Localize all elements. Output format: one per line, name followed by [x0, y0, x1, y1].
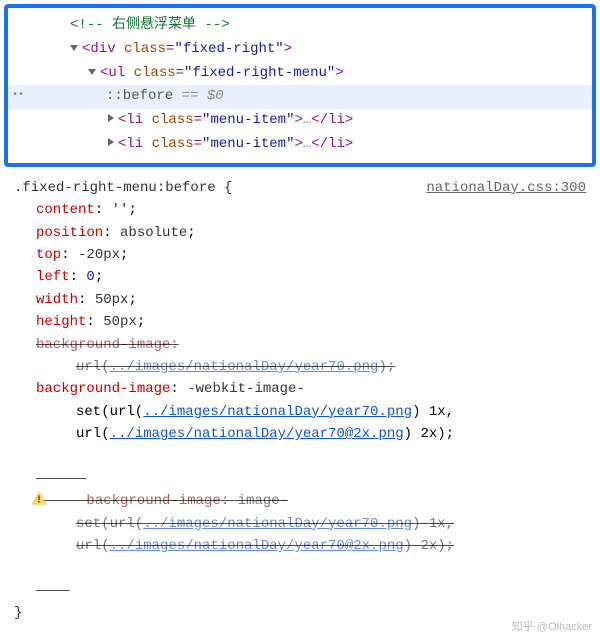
collapse-arrow-icon[interactable]	[108, 114, 114, 122]
dom-tree-panel: <!-- 右侧悬浮菜单 --> <div class="fixed-right"…	[4, 4, 596, 167]
css-property-content[interactable]: content: '';	[36, 199, 586, 221]
css-selector[interactable]: .fixed-right-menu:before {	[14, 177, 232, 199]
dom-selected-line[interactable]: •• ::before == $0	[8, 85, 592, 109]
styles-header: .fixed-right-menu:before { nationalDay.c…	[14, 177, 586, 199]
css-property-bg-overridden-1[interactable]: background-image:url(../images/nationalD…	[36, 334, 586, 379]
url-link[interactable]: ../images/nationalDay/year70.png	[110, 359, 379, 375]
source-link[interactable]: nationalDay.css:300	[426, 177, 586, 199]
attr-value: fixed-right	[183, 41, 275, 57]
tag-name: li	[126, 112, 143, 128]
expand-arrow-icon[interactable]	[88, 69, 96, 75]
css-property-position[interactable]: position: absolute;	[36, 222, 586, 244]
tag-name: ul	[108, 65, 125, 81]
css-property-left[interactable]: left: 0;	[36, 266, 586, 288]
css-rule-body: content: ''; position: absolute; top: -2…	[14, 199, 586, 602]
css-property-width[interactable]: width: 50px;	[36, 289, 586, 311]
pseudo-element: ::before	[106, 88, 173, 104]
collapse-arrow-icon[interactable]	[108, 138, 114, 146]
closing-brace: }	[14, 602, 586, 624]
styles-panel: .fixed-right-menu:before { nationalDay.c…	[0, 167, 600, 641]
url-link[interactable]: ../images/nationalDay/year70.png	[143, 516, 412, 532]
css-property-top[interactable]: top: -20px;	[36, 244, 586, 266]
url-link[interactable]: ../images/nationalDay/year70@2x.png	[110, 426, 404, 442]
dom-ul-line[interactable]: <ul class="fixed-right-menu">	[8, 62, 592, 86]
tag-name: li	[126, 136, 143, 152]
css-property-bg-invalid[interactable]: background-image: image-set(url(../image…	[36, 445, 586, 602]
url-link[interactable]: ../images/nationalDay/year70.png	[143, 404, 412, 420]
css-property-bg-webkit[interactable]: background-image: -webkit-image-set(url(…	[36, 378, 586, 445]
tag-name: div	[90, 41, 115, 57]
dom-li-line-1[interactable]: <li class="menu-item">…</li>	[8, 109, 592, 133]
watermark: 知乎 @Olhacker	[512, 619, 592, 637]
dom-li-line-2[interactable]: <li class="menu-item">…</li>	[8, 133, 592, 157]
css-property-height[interactable]: height: 50px;	[36, 311, 586, 333]
attr-value: fixed-right-menu	[192, 65, 326, 81]
overflow-badge: ••	[12, 87, 24, 104]
url-link[interactable]: ../images/nationalDay/year70@2x.png	[110, 538, 404, 554]
dom-comment-line[interactable]: <!-- 右侧悬浮菜单 -->	[8, 14, 592, 38]
html-comment: <!-- 右侧悬浮菜单 -->	[70, 17, 230, 33]
dom-div-line[interactable]: <div class="fixed-right">	[8, 38, 592, 62]
expand-arrow-icon[interactable]	[70, 45, 78, 51]
warning-icon	[32, 447, 46, 459]
